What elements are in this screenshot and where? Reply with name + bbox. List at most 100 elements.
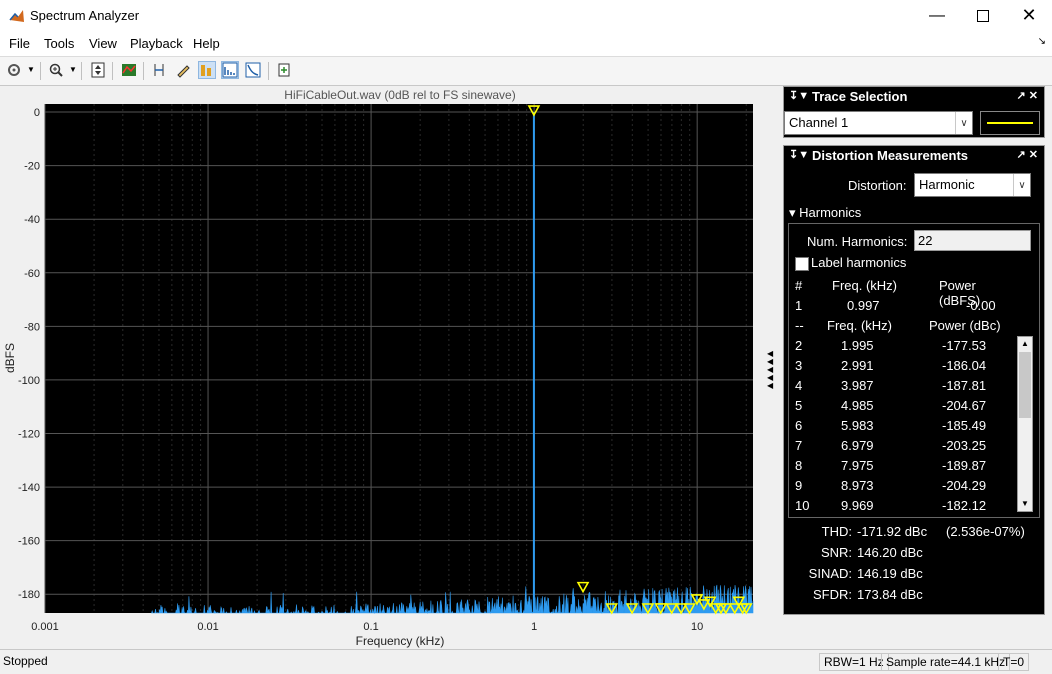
- harmonic-list: 2 1.995 -177.53 3 2.991 -186.04 4 3.987 -187.81 5…: [789, 336, 1017, 516]
- trace-color-swatch[interactable]: [980, 111, 1040, 135]
- distortion-header[interactable]: ↧▼ Distortion Measurements ↗ ✕: [784, 146, 1044, 166]
- x-axis-ticks: 0.001 0.01 0.1 1 10: [31, 621, 703, 633]
- harmonic-row: 9 8.973 -204.29: [795, 478, 987, 493]
- maximize-button[interactable]: [960, 0, 1006, 31]
- autoscale-button[interactable]: [89, 61, 107, 79]
- num-harmonics-input[interactable]: 22: [914, 230, 1031, 251]
- pen-icon: [177, 65, 190, 78]
- y-tick-label: -40: [24, 214, 40, 226]
- summary-label: SINAD:: [808, 566, 852, 581]
- trace-line-sample: [987, 122, 1033, 124]
- menu-view[interactable]: View: [89, 36, 117, 51]
- y-tick-label: -20: [24, 161, 40, 173]
- harmonics-section-toggle[interactable]: ▾ Harmonics: [789, 205, 861, 221]
- panel-undock-close-icon[interactable]: ↗ ✕: [1017, 148, 1039, 161]
- x-axis-label: Frequency (kHz): [356, 634, 445, 648]
- harmonic-table-header: # Freq. (kHz) Power (dBFS): [789, 276, 1017, 308]
- title-bar: Spectrum Analyzer — ✕: [0, 0, 1052, 33]
- panel-pin-icon[interactable]: ↧▼: [789, 148, 809, 161]
- menu-playback[interactable]: Playback: [130, 36, 183, 51]
- status-text: Stopped: [3, 654, 48, 668]
- toolbar: ▼ ▼: [0, 56, 1052, 86]
- x-tick-label: 0.001: [31, 621, 59, 633]
- plot-axes[interactable]: [45, 104, 753, 613]
- harmonic-row: 10 9.969 -182.12: [795, 498, 987, 513]
- status-bar: Stopped RBW=1 Hz Sample rate=44.1 kHz T=…: [0, 649, 1052, 674]
- zoom-button[interactable]: [47, 61, 65, 79]
- ccdf-button[interactable]: [244, 61, 262, 79]
- trace-selection-header[interactable]: ↧▼ Trace Selection ↗ ✕: [784, 87, 1044, 107]
- print-button[interactable]: [275, 61, 293, 79]
- settings-button[interactable]: [5, 61, 23, 79]
- harmonic-table-subheader: -- Freq. (kHz) Power (dBc): [795, 318, 1001, 333]
- y-tick-label: 0: [34, 107, 40, 119]
- harmonic-row: 7 6.979 -203.25: [795, 438, 987, 453]
- time-status: T=0: [998, 653, 1030, 671]
- rbw-status: RBW=1 Hz: [819, 653, 889, 671]
- distortion-title: Distortion Measurements: [812, 148, 969, 163]
- col-freq-header: Freq. (kHz): [832, 278, 897, 293]
- sample-rate-status: Sample rate=44.1 kHz: [881, 653, 1011, 671]
- close-button[interactable]: ✕: [1006, 0, 1052, 31]
- summary-value: -171.92 dBc: [857, 524, 928, 539]
- harmonic-list-scrollbar[interactable]: ▲ ▼: [1017, 336, 1033, 512]
- chevron-down-icon: ∨: [955, 112, 972, 134]
- scroll-down-icon[interactable]: ▼: [1018, 497, 1032, 511]
- svg-text:◀: ◀: [767, 381, 774, 390]
- channel-select[interactable]: Channel 1 ∨: [784, 111, 973, 135]
- channel-measurements-button[interactable]: [198, 61, 216, 79]
- ccdf-icon: [245, 62, 261, 78]
- y-tick-label: -160: [18, 536, 40, 548]
- spectrum-view-icon: [122, 64, 136, 76]
- undock-arrow-icon[interactable]: ↘: [1038, 36, 1046, 47]
- distortion-measurements-button[interactable]: [221, 61, 239, 79]
- peak-finder-button[interactable]: [174, 61, 192, 79]
- y-axis-ticks: 0 -20 -40 -60 -80 -100 -120 -140 -160 -180: [18, 107, 40, 601]
- distortion-type-select[interactable]: Harmonic ∨: [914, 173, 1031, 197]
- autoscale-icon: [91, 62, 105, 78]
- menu-bar: File Tools View Playback Help ↘: [0, 32, 1052, 56]
- panel-pin-icon[interactable]: ↧▼: [789, 89, 809, 102]
- minimize-button[interactable]: —: [914, 0, 960, 31]
- data-cursors-button[interactable]: [150, 61, 168, 79]
- channel-measure-icon: [201, 65, 211, 76]
- menu-file[interactable]: File: [9, 36, 30, 51]
- num-harmonics-label: Num. Harmonics:: [807, 234, 908, 249]
- spectrum-plot[interactable]: HiFiCableOut.wav (0dB rel to FS sinewave…: [0, 86, 780, 648]
- scroll-up-icon[interactable]: ▲: [1018, 337, 1032, 351]
- y-tick-label: -60: [24, 268, 40, 280]
- maximize-icon: [977, 9, 989, 22]
- summary-value: 173.84 dBc: [857, 587, 923, 602]
- x-tick-label: 0.01: [197, 621, 218, 633]
- label-harmonics-checkbox[interactable]: [795, 257, 809, 271]
- trace-selection-title: Trace Selection: [812, 89, 908, 104]
- zoom-dropdown-icon[interactable]: ▼: [69, 65, 77, 74]
- summary-label: SFDR:: [813, 587, 852, 602]
- zoom-in-icon: [49, 63, 63, 77]
- summary-label: THD:: [821, 524, 852, 539]
- spectrogram-button[interactable]: [120, 61, 138, 79]
- y-tick-label: -80: [24, 321, 40, 333]
- distortion-summary: THD: -171.92 dBc (2.536e-07%) SNR: 146.20 dB…: [784, 521, 1044, 611]
- chevron-down-icon: ∨: [1013, 174, 1030, 196]
- summary-value: 146.19 dBc: [857, 566, 923, 581]
- export-icon: [278, 63, 290, 77]
- settings-dropdown-icon[interactable]: ▼: [27, 65, 35, 74]
- harmonic-row: 6 5.983 -185.49: [795, 418, 987, 433]
- menu-help[interactable]: Help: [193, 36, 220, 51]
- y-tick-label: -100: [18, 375, 40, 387]
- collapse-panels-handle[interactable]: ◀ ◀ ◀ ◀ ◀: [767, 349, 774, 390]
- measurement-panels: ↧▼ Trace Selection ↗ ✕ Channel 1 ∨ ↧▼ Di…: [783, 86, 1045, 644]
- gear-icon: [8, 64, 20, 76]
- summary-extra: (2.536e-07%): [946, 524, 1025, 539]
- harmonic-row: 3 2.991 -186.04: [795, 358, 987, 373]
- panel-undock-close-icon[interactable]: ↗ ✕: [1017, 89, 1039, 102]
- y-tick-label: -140: [18, 482, 40, 494]
- close-icon: ✕: [1021, 5, 1037, 25]
- menu-tools[interactable]: Tools: [44, 36, 74, 51]
- harmonic-row: 2 1.995 -177.53: [795, 338, 987, 353]
- matlab-app-icon: [9, 8, 25, 24]
- x-tick-label: 0.1: [363, 621, 378, 633]
- summary-value: 146.20 dBc: [857, 545, 923, 560]
- scrollbar-thumb[interactable]: [1019, 352, 1031, 418]
